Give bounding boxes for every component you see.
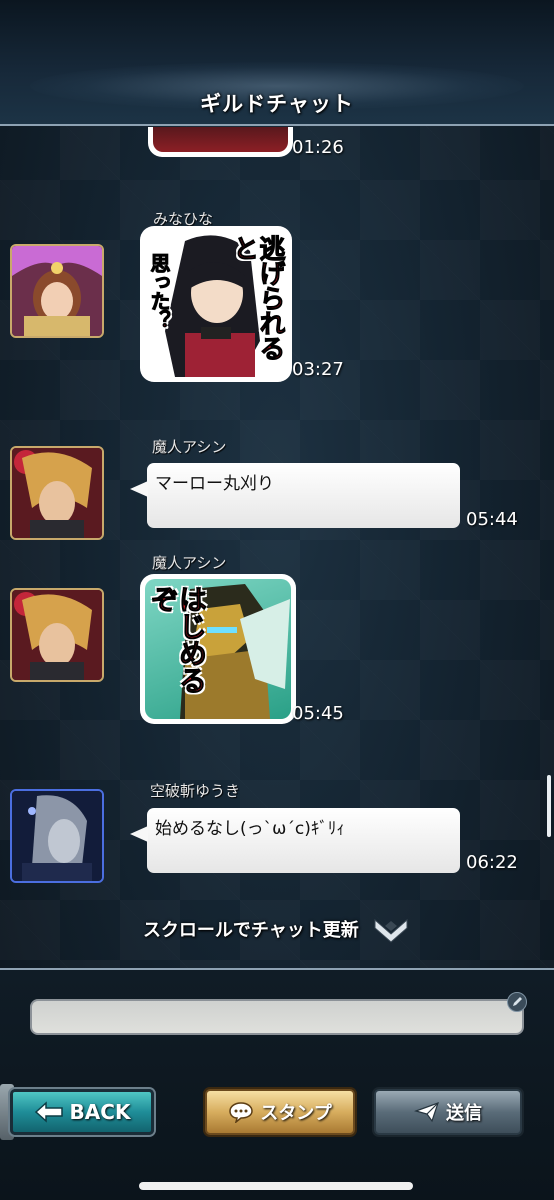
page-title: ギルドチャット bbox=[200, 92, 354, 116]
chat-bubble: 始めるなし(っ`ω´c)ｷﾞﾘｨ bbox=[130, 808, 460, 873]
message-time: 03:27 bbox=[292, 359, 344, 380]
sticker-caption: 思った？ bbox=[147, 253, 172, 330]
message-text: マーロー丸刈り bbox=[155, 474, 274, 494]
chat-bubble: マーロー丸刈り bbox=[130, 463, 460, 528]
avatar[interactable] bbox=[10, 446, 104, 540]
pencil-icon bbox=[513, 997, 522, 1006]
sticker-caption: はじめるぞ bbox=[147, 585, 209, 694]
send-label: 送信 bbox=[446, 1103, 482, 1124]
avatar-portrait-icon bbox=[12, 246, 102, 336]
avatar-portrait-icon bbox=[12, 590, 102, 680]
sticker-message: はじめるぞ bbox=[140, 574, 296, 724]
avatar-portrait-icon bbox=[12, 448, 102, 538]
message-username: 魔人アシン bbox=[152, 438, 227, 456]
avatar[interactable] bbox=[10, 244, 104, 338]
avatar[interactable] bbox=[10, 588, 104, 682]
sticker-caption: 逃げられると bbox=[229, 235, 286, 361]
back-arrow-icon bbox=[34, 1101, 63, 1123]
home-indicator bbox=[139, 1182, 413, 1190]
back-label: BACK bbox=[69, 1100, 131, 1124]
message-text: 始めるなし(っ`ω´c)ｷﾞﾘｨ bbox=[155, 819, 345, 839]
sticker-message: 逃げられると 思った？ bbox=[140, 226, 292, 382]
send-button[interactable]: 送信 bbox=[374, 1089, 522, 1135]
message-time: 05:45 bbox=[292, 703, 344, 724]
message-username: 空破斬ゆうき bbox=[150, 782, 241, 800]
header-bar: ギルドチャット bbox=[0, 0, 554, 126]
avatar-portrait-icon bbox=[12, 791, 102, 881]
refresh-label: スクロールでチャット更新 bbox=[142, 920, 359, 941]
scrollbar-thumb[interactable] bbox=[547, 775, 551, 837]
message-username: 魔人アシン bbox=[152, 554, 227, 572]
back-button[interactable]: BACK bbox=[10, 1089, 154, 1135]
chevron-down-icon bbox=[374, 918, 408, 943]
paper-plane-icon bbox=[414, 1102, 439, 1123]
stamp-button[interactable]: スタンプ bbox=[205, 1089, 355, 1135]
speech-bubble-icon bbox=[229, 1102, 254, 1123]
message-time: 06:22 bbox=[466, 852, 518, 873]
sticker-message bbox=[148, 127, 293, 157]
scroll-refresh-hint: スクロールでチャット更新 bbox=[0, 916, 554, 946]
message-input[interactable] bbox=[30, 999, 524, 1035]
message-time: 05:44 bbox=[466, 509, 518, 530]
avatar[interactable] bbox=[10, 789, 104, 883]
chat-log[interactable]: 01:26 みなひな 逃げられると 思った？ 03:27 魔人アシン マーロー丸… bbox=[0, 127, 554, 967]
message-time: 01:26 bbox=[292, 137, 344, 158]
stamp-label: スタンプ bbox=[260, 1103, 332, 1124]
edit-icon[interactable] bbox=[507, 992, 527, 1012]
